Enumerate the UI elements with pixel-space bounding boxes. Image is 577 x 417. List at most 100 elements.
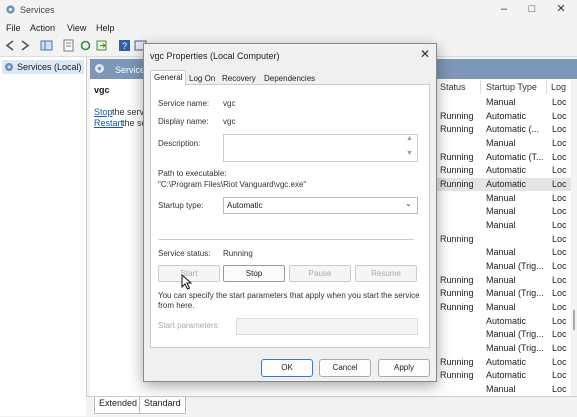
row-log-on-as: Loc: [552, 357, 567, 367]
row-startup-type: Manual: [486, 247, 516, 257]
description-box[interactable]: [223, 134, 418, 162]
row-status: Running: [440, 179, 474, 189]
row-log-on-as: Loc: [552, 111, 567, 121]
help-icon[interactable]: ?: [118, 39, 131, 52]
stop-button[interactable]: Stop: [223, 265, 285, 282]
row-startup-type: Automatic: [486, 165, 527, 175]
export-list-icon[interactable]: [95, 39, 108, 52]
pause-button[interactable]: Pause: [289, 265, 351, 282]
row-log-on-as: Loc: [552, 206, 567, 216]
tab-dependencies[interactable]: Dependencies: [261, 72, 318, 85]
row-startup-type: Manual: [486, 97, 516, 107]
tree-item-label: Services (Local): [17, 62, 82, 72]
menu-view[interactable]: View: [67, 23, 86, 33]
row-startup-type: Manual (Trig...: [486, 343, 544, 353]
row-status: Running: [440, 302, 474, 312]
row-startup-type: Manual (Trig...: [486, 288, 544, 298]
ok-button[interactable]: OK: [261, 359, 313, 377]
menu-action[interactable]: Action: [30, 23, 55, 33]
divider: [158, 239, 414, 240]
properties-sheet-icon[interactable]: [62, 39, 75, 52]
column-header-status[interactable]: Status: [440, 82, 466, 92]
close-button[interactable]: ✕: [553, 2, 569, 16]
row-status: Running: [440, 111, 474, 121]
maximize-button[interactable]: □: [524, 2, 540, 16]
row-log-on-as: Loc: [552, 370, 567, 380]
menu-help[interactable]: Help: [96, 23, 115, 33]
tab-extended[interactable]: Extended: [94, 397, 143, 414]
row-startup-type: Manual: [486, 193, 516, 203]
row-status: Running: [440, 370, 474, 380]
row-log-on-as: Loc: [552, 261, 567, 271]
show-tree-icon[interactable]: [40, 39, 53, 52]
row-log-on-as: Loc: [552, 343, 567, 353]
row-log-on-as: Loc: [552, 384, 567, 394]
row-startup-type: Manual: [486, 302, 516, 312]
column-header-log-on-as[interactable]: Log: [551, 82, 566, 92]
dialog-close-button[interactable]: ✕: [417, 46, 433, 62]
display-name-value: vgc: [223, 117, 236, 126]
row-status: Running: [440, 275, 474, 285]
menu-file[interactable]: File: [6, 23, 21, 33]
refresh-icon[interactable]: [79, 39, 92, 52]
row-startup-type: Automatic: [486, 357, 527, 367]
row-status: Running: [440, 152, 474, 162]
tab-standard[interactable]: Standard: [139, 397, 186, 414]
start-parameters-input[interactable]: [236, 318, 418, 335]
path-label: Path to executable:: [158, 169, 227, 178]
row-log-on-as: Loc: [552, 165, 567, 175]
row-startup-type: Manual: [486, 206, 516, 216]
stop-service-text: the serv: [112, 107, 145, 117]
row-startup-type: Automatic: [486, 316, 527, 326]
services-gear-icon: [5, 63, 13, 71]
tab-recovery[interactable]: Recovery: [219, 72, 259, 85]
column-divider: [480, 80, 481, 94]
description-label: Description:: [158, 139, 201, 148]
resume-button[interactable]: Resume: [355, 265, 417, 282]
console-tree: [0, 57, 87, 416]
row-status: Running: [440, 357, 474, 367]
tab-log-on[interactable]: Log On: [186, 72, 218, 85]
row-log-on-as: Loc: [552, 124, 567, 134]
row-log-on-as: Loc: [552, 302, 567, 312]
path-value: "C:\Program Files\Riot Vanguard\vgc.exe": [158, 180, 307, 189]
selected-service-name: vgc: [94, 85, 110, 95]
row-log-on-as: Loc: [552, 179, 567, 189]
start-parameters-label: Start parameters:: [158, 321, 220, 330]
forward-arrow-icon[interactable]: [18, 39, 31, 52]
services-gear-icon: [95, 64, 104, 73]
start-parameters-hint: You can specify the start parameters tha…: [158, 291, 420, 310]
row-startup-type: Automatic: [486, 370, 527, 380]
back-arrow-icon[interactable]: [4, 39, 17, 52]
row-log-on-as: Loc: [552, 220, 567, 230]
startup-type-value: Automatic: [227, 201, 263, 210]
row-startup-type: Manual: [486, 220, 516, 230]
service-status-label: Service status:: [158, 249, 211, 258]
panel-header-title: Service: [115, 65, 146, 75]
row-startup-type: Manual: [486, 275, 516, 285]
cancel-button[interactable]: Cancel: [319, 359, 371, 377]
scrollbar-thumb[interactable]: [573, 310, 575, 330]
scroll-down-icon[interactable]: ▼: [406, 150, 413, 157]
tab-general[interactable]: General: [150, 70, 187, 86]
title-bar: [0, 0, 577, 20]
menu-bar: [0, 20, 577, 36]
restart-service-link[interactable]: Restart: [94, 118, 123, 128]
row-status: Running: [440, 288, 474, 298]
row-log-on-as: Loc: [552, 247, 567, 257]
stop-service-link[interactable]: Stop: [94, 107, 113, 117]
row-startup-type: Manual: [486, 138, 516, 148]
dialog-title: vgc Properties (Local Computer): [150, 51, 280, 61]
apply-button[interactable]: Apply: [378, 359, 430, 377]
row-startup-type: Automatic (T...: [486, 152, 544, 162]
row-log-on-as: Loc: [552, 234, 567, 244]
chevron-down-icon: ⌄: [405, 199, 412, 208]
row-startup-type: Automatic: [486, 111, 527, 121]
mouse-pointer-icon: [181, 274, 193, 290]
column-header-startup-type[interactable]: Startup Type: [486, 82, 537, 92]
scroll-up-icon[interactable]: ▲: [406, 135, 413, 142]
service-name-value: vgc: [223, 99, 236, 108]
row-log-on-as: Loc: [552, 329, 567, 339]
minimize-button[interactable]: –: [496, 2, 512, 16]
vertical-scrollbar[interactable]: [571, 80, 577, 396]
